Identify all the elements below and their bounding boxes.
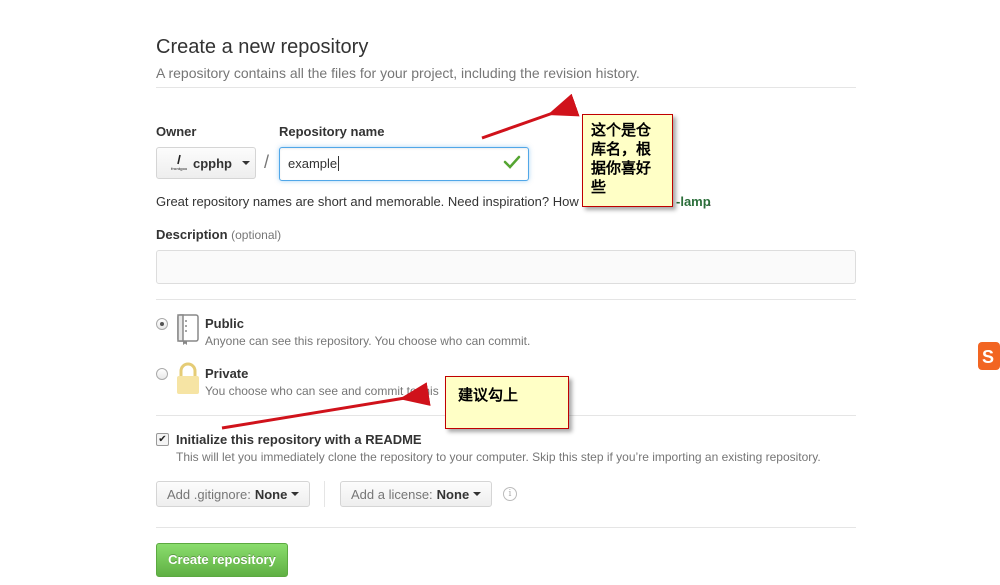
arrow-to-repo-name	[481, 93, 580, 140]
svg-text:S: S	[982, 347, 994, 367]
arrow-to-readme	[221, 382, 431, 430]
sogou-ime-icon[interactable]: S	[978, 342, 1000, 375]
annotation-arrows	[221, 93, 580, 430]
